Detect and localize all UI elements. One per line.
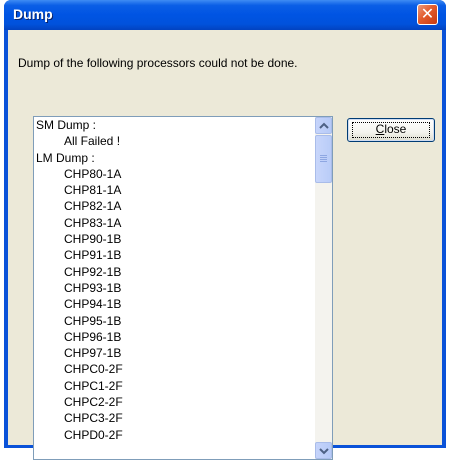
list-item[interactable]: CHPC0-2F bbox=[34, 361, 314, 377]
thumb-grip bbox=[320, 157, 327, 158]
title-bar[interactable]: Dump ✕ bbox=[4, 0, 446, 30]
list-item[interactable]: CHPC1-2F bbox=[34, 378, 314, 394]
list-item[interactable]: CHP90-1B bbox=[34, 231, 314, 247]
scroll-thumb[interactable] bbox=[315, 135, 332, 183]
list-item[interactable]: LM Dump : bbox=[34, 150, 314, 166]
processor-listbox[interactable]: SM Dump : All Failed ! LM Dump : CHP80-1A CH… bbox=[33, 116, 333, 460]
thumb-grip bbox=[320, 155, 327, 156]
close-label-rest: lose bbox=[384, 122, 407, 136]
list-item[interactable]: CHPC2-2F bbox=[34, 394, 314, 410]
message-text: Dump of the following processors could n… bbox=[18, 56, 298, 70]
close-icon[interactable]: ✕ bbox=[417, 4, 438, 25]
list-item[interactable]: CHP93-1B bbox=[34, 280, 314, 296]
list-item[interactable]: CHP82-1A bbox=[34, 198, 314, 214]
list-item[interactable]: CHP83-1A bbox=[34, 215, 314, 231]
thumb-grip bbox=[320, 159, 327, 160]
list-item[interactable]: All Failed ! bbox=[34, 133, 314, 149]
list-item[interactable]: CHP96-1B bbox=[34, 329, 314, 345]
dialog-window: Dump ✕ Dump of the following processors … bbox=[4, 0, 446, 460]
list-item[interactable]: CHP97-1B bbox=[34, 345, 314, 361]
thumb-grip bbox=[320, 161, 327, 162]
list-item[interactable]: CHP80-1A bbox=[34, 166, 314, 182]
list-item[interactable]: CHP81-1A bbox=[34, 182, 314, 198]
list-item[interactable]: SM Dump : bbox=[34, 117, 314, 133]
scroll-down-button[interactable] bbox=[315, 442, 332, 459]
scroll-up-button[interactable] bbox=[315, 117, 332, 134]
list-item[interactable]: CHP94-1B bbox=[34, 296, 314, 312]
list-item[interactable]: CHP95-1B bbox=[34, 313, 314, 329]
list-item[interactable]: CHP91-1B bbox=[34, 247, 314, 263]
dialog-body: Dump of the following processors could n… bbox=[8, 30, 442, 460]
list-item[interactable]: CHP92-1B bbox=[34, 264, 314, 280]
list-item[interactable]: CHPD0-2F bbox=[34, 427, 314, 443]
chevron-up-icon bbox=[319, 122, 329, 129]
vertical-scrollbar[interactable] bbox=[315, 117, 332, 459]
close-button-label: Close bbox=[376, 122, 407, 136]
list-item[interactable]: CHPC3-2F bbox=[34, 410, 314, 426]
close-button[interactable]: Close bbox=[347, 118, 435, 142]
list-items: SM Dump : All Failed ! LM Dump : CHP80-1A CH… bbox=[34, 117, 314, 443]
chevron-down-icon bbox=[319, 448, 329, 455]
window-title: Dump bbox=[13, 6, 53, 22]
